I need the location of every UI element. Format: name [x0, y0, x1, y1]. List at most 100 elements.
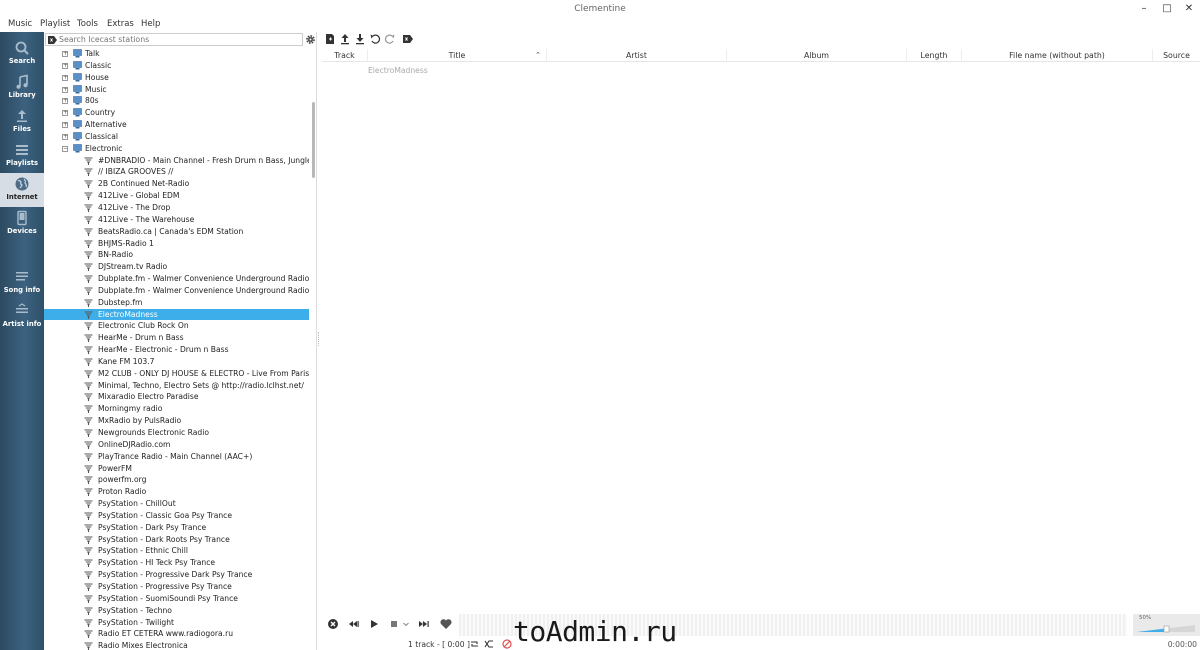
save-playlist-button[interactable] — [354, 33, 366, 45]
menu-playlist[interactable]: Playlist — [40, 19, 70, 29]
station-row[interactable]: Newgrounds Electronic Radio — [44, 427, 309, 439]
undo-button[interactable] — [369, 33, 381, 45]
station-row[interactable]: Morningmy radio — [44, 403, 309, 415]
menu-music[interactable]: Music — [8, 19, 32, 29]
clear-tag-icon[interactable] — [48, 36, 57, 44]
station-row[interactable]: Kane FM 103.7 — [44, 356, 309, 368]
column-title[interactable]: Title ⌃ — [368, 49, 547, 62]
station-row[interactable]: PsyStation - ChillOut — [44, 498, 309, 510]
sidebar-item-playlists[interactable]: Playlists — [0, 139, 44, 173]
expand-toggle[interactable]: + — [62, 51, 68, 57]
station-row[interactable]: PsyStation - Progressive Dark Psy Trance — [44, 569, 309, 581]
station-row[interactable]: PsyStation - Classic Goa Psy Trance — [44, 510, 309, 522]
gear-icon[interactable] — [305, 34, 316, 45]
station-row[interactable]: PsyStation - HI Teck Psy Trance — [44, 557, 309, 569]
station-row[interactable]: Minimal, Techno, Electro Sets @ http://r… — [44, 380, 309, 392]
station-row[interactable]: PlayTrance Radio - Main Channel (AAC+) — [44, 451, 309, 463]
sidebar-item-files[interactable]: Files — [0, 105, 44, 139]
station-row[interactable]: PsyStation - Progressive Psy Trance — [44, 581, 309, 593]
station-row[interactable]: BN-Radio — [44, 249, 309, 261]
shuffle-icon[interactable] — [484, 639, 495, 649]
scrollbar-thumb[interactable] — [312, 102, 315, 178]
sidebar-item-artist-info[interactable]: Artist info — [0, 300, 44, 334]
menu-extras[interactable]: Extras — [107, 19, 134, 29]
repeat-icon[interactable] — [469, 639, 480, 649]
sidebar-item-internet[interactable]: Internet — [0, 173, 44, 207]
expand-toggle[interactable]: + — [62, 110, 68, 117]
station-row[interactable]: Proton Radio — [44, 486, 309, 498]
station-row[interactable]: DJStream.tv Radio — [44, 261, 309, 273]
station-row[interactable]: HearMe - Drum n Bass — [44, 332, 309, 344]
sidebar-item-song-info[interactable]: Song info — [0, 266, 44, 300]
station-row[interactable]: // IBIZA GROOVES // — [44, 166, 309, 178]
expand-toggle[interactable]: + — [62, 62, 68, 69]
station-row[interactable]: M2 CLUB - ONLY DJ HOUSE & ELECTRO - Live… — [44, 368, 309, 380]
love-button[interactable] — [439, 617, 453, 631]
expand-toggle[interactable]: + — [62, 122, 68, 129]
expand-toggle[interactable]: + — [62, 98, 68, 105]
expand-toggle[interactable]: + — [62, 133, 68, 140]
station-row[interactable]: powerfm.org — [44, 474, 309, 486]
expand-toggle[interactable]: + — [62, 86, 68, 93]
station-row[interactable]: HearMe - Electronic - Drum n Bass — [44, 344, 309, 356]
new-playlist-button[interactable] — [324, 33, 336, 45]
station-row[interactable]: Dubplate.fm - Walmer Convenience Undergr… — [44, 285, 309, 297]
column-artist[interactable]: Artist — [547, 49, 727, 62]
stop-after-button[interactable] — [326, 617, 340, 631]
station-row[interactable]: Radio ET CETERA www.radiogora.ru — [44, 628, 309, 640]
station-row[interactable]: MxRadio by PulsRadio — [44, 415, 309, 427]
station-row[interactable]: PsyStation - Twilight — [44, 617, 309, 629]
folder-row[interactable]: + Music — [44, 84, 309, 96]
volume-control[interactable]: 50% — [1133, 614, 1200, 636]
column-length[interactable]: Length — [907, 49, 962, 62]
column-track[interactable]: Track — [322, 49, 368, 62]
station-row[interactable]: Mixaradio Electro Paradise — [44, 391, 309, 403]
station-row[interactable]: PsyStation - Dark Roots Psy Trance — [44, 534, 309, 546]
next-button[interactable] — [417, 617, 431, 631]
play-button[interactable] — [367, 617, 381, 631]
station-row[interactable]: 2B Continued Net-Radio — [44, 178, 309, 190]
playlist-row-title[interactable]: ElectroMadness — [368, 66, 428, 75]
station-row[interactable]: Dubstep.fm — [44, 297, 309, 309]
stop-button[interactable] — [387, 617, 401, 631]
station-row[interactable]: PsyStation - SuomiSoundi Psy Trance — [44, 593, 309, 605]
station-row[interactable]: Dubplate.fm - Walmer Convenience Undergr… — [44, 273, 309, 285]
expand-toggle[interactable]: + — [62, 74, 68, 81]
sidebar-item-search[interactable]: Search — [0, 37, 44, 71]
search-input[interactable] — [59, 34, 299, 45]
station-row[interactable]: 412Live - The Drop — [44, 202, 309, 214]
station-row[interactable]: Electronic Club Rock On — [44, 320, 309, 332]
folder-row[interactable]: + Classic — [44, 60, 309, 72]
station-row[interactable]: PowerFM — [44, 463, 309, 475]
menu-tools[interactable]: Tools — [77, 19, 98, 29]
menu-help[interactable]: Help — [141, 19, 160, 29]
station-row[interactable]: PsyStation - Techno — [44, 605, 309, 617]
folder-row[interactable]: +80s — [44, 95, 309, 107]
sidebar-item-devices[interactable]: Devices — [0, 207, 44, 241]
folder-row[interactable]: + Alternative — [44, 119, 309, 131]
folder-row[interactable]: + Talk — [44, 48, 309, 60]
maximize-button[interactable]: □ — [1160, 2, 1174, 16]
tree-scrollbar[interactable] — [310, 48, 316, 648]
station-row[interactable]: ElectroMadness — [44, 308, 309, 321]
station-row[interactable]: Radio Mixes Electronica — [44, 640, 309, 650]
scrobble-icon[interactable] — [502, 639, 512, 649]
station-row[interactable]: OnlineDJRadio.com — [44, 439, 309, 451]
column-source[interactable]: Source — [1153, 49, 1200, 62]
folder-row[interactable]: + House — [44, 72, 309, 84]
folder-row[interactable]: + Classical — [44, 131, 309, 143]
volume-slider[interactable] — [1137, 623, 1197, 633]
station-row[interactable]: BHJMS-Radio 1 — [44, 238, 309, 250]
station-row[interactable]: 412Live - Global EDM — [44, 190, 309, 202]
station-row[interactable]: BeatsRadio.ca | Canada's EDM Station — [44, 226, 309, 238]
station-row[interactable]: PsyStation - Dark Psy Trance — [44, 522, 309, 534]
previous-button[interactable] — [347, 617, 361, 631]
station-row[interactable]: 412Live - The Warehouse — [44, 214, 309, 226]
folder-row[interactable]: − Electronic — [44, 143, 309, 155]
splitter-handle[interactable] — [318, 332, 320, 346]
load-playlist-button[interactable] — [339, 33, 351, 45]
column-album[interactable]: Album — [727, 49, 907, 62]
station-row[interactable]: PsyStation - Ethnic Chill — [44, 545, 309, 557]
redo-button[interactable] — [384, 33, 396, 45]
column-filename[interactable]: File name (without path) — [962, 49, 1153, 62]
